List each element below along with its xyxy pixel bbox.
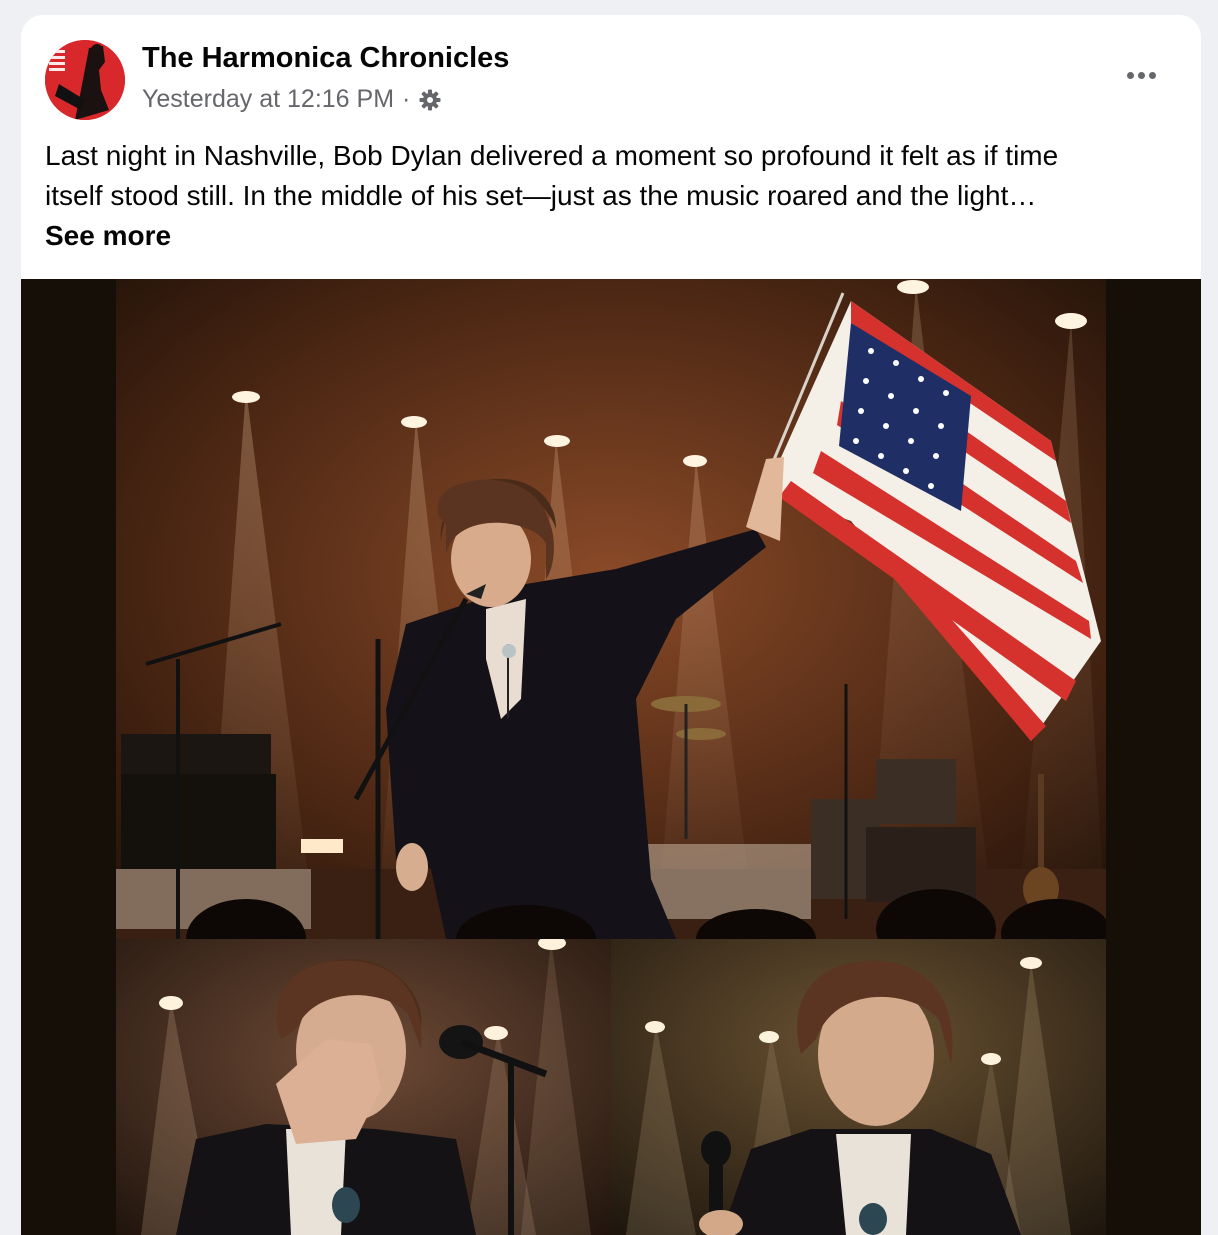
post-media xyxy=(21,279,1201,1235)
post-text-line: Last night in Nashville, Bob Dylan deliv… xyxy=(45,140,1059,171)
post-card: The Harmonica Chronicles Yesterday at 12… xyxy=(21,15,1201,1235)
post-text-line: itself stood still. In the middle of his… xyxy=(45,180,1037,211)
post-text: Last night in Nashville, Bob Dylan deliv… xyxy=(45,136,1175,256)
post-header: The Harmonica Chronicles Yesterday at 12… xyxy=(21,15,1201,279)
page-avatar[interactable] xyxy=(45,40,125,120)
gear-icon[interactable] xyxy=(418,88,442,112)
more-dot xyxy=(1137,71,1145,79)
page-name-link[interactable]: The Harmonica Chronicles xyxy=(142,42,509,75)
post-meta: Yesterday at 12:16 PM · xyxy=(142,85,442,114)
post-timestamp[interactable]: Yesterday at 12:16 PM xyxy=(142,85,394,114)
photo-emotional-performer[interactable] xyxy=(611,939,1106,1235)
photo-hand-on-face[interactable] xyxy=(116,939,611,1235)
avatar-logo-icon xyxy=(45,40,125,120)
more-horizontal-icon xyxy=(1126,71,1134,79)
meta-separator: · xyxy=(402,85,411,113)
more-dot xyxy=(1148,71,1156,79)
photo-flag-performance[interactable] xyxy=(116,279,1106,939)
see-more-link[interactable]: See more xyxy=(45,220,171,251)
more-options-button[interactable] xyxy=(1117,57,1165,93)
